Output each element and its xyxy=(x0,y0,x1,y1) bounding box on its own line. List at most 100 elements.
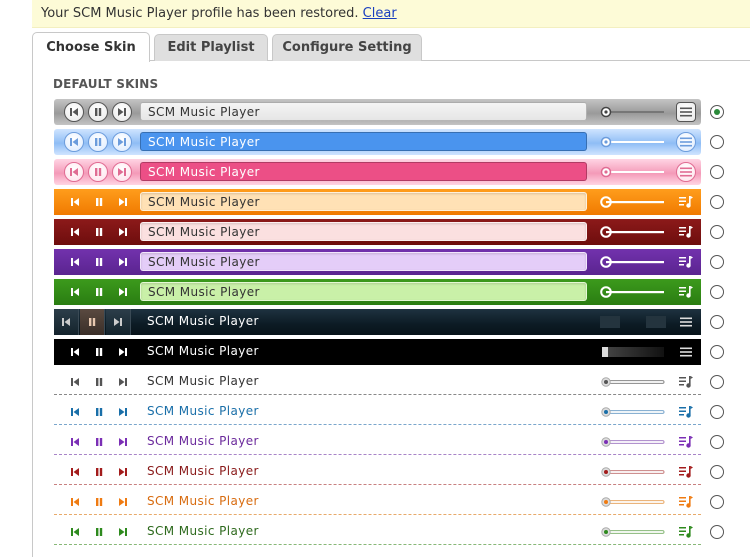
playlist-note-icon[interactable] xyxy=(676,252,696,272)
skin-preview-orange[interactable]: SCM Music Player xyxy=(54,189,701,215)
pause-icon[interactable] xyxy=(90,282,108,302)
prev-track-icon[interactable] xyxy=(54,309,79,335)
skin-preview-dark-glass[interactable]: SCM Music Player xyxy=(54,309,701,335)
next-track-icon[interactable] xyxy=(114,372,132,392)
volume-slider[interactable] xyxy=(600,136,666,148)
skin-preview-maroon[interactable]: SCM Music Player xyxy=(54,219,701,245)
skin-preview-purple[interactable]: SCM Music Player xyxy=(54,249,701,275)
volume-slider[interactable] xyxy=(600,196,666,208)
playlist-icon[interactable] xyxy=(676,312,696,332)
playlist-note-icon[interactable] xyxy=(676,402,696,422)
clear-link[interactable]: Clear xyxy=(363,6,397,21)
skin-radio-black[interactable] xyxy=(710,345,724,359)
skin-preview-pink[interactable]: SCM Music Player xyxy=(54,159,701,185)
pause-icon[interactable] xyxy=(90,252,108,272)
pause-icon[interactable] xyxy=(90,402,108,422)
playlist-note-icon[interactable] xyxy=(676,522,696,542)
prev-track-icon[interactable] xyxy=(66,342,84,362)
skin-preview-minimal-green[interactable]: SCM Music Player xyxy=(54,519,701,545)
prev-track-icon[interactable] xyxy=(66,432,84,452)
volume-slider[interactable] xyxy=(600,496,666,508)
next-track-icon[interactable] xyxy=(114,282,132,302)
playlist-note-icon[interactable] xyxy=(676,432,696,452)
next-track-icon[interactable] xyxy=(114,342,132,362)
playlist-note-icon[interactable] xyxy=(676,222,696,242)
playlist-note-icon[interactable] xyxy=(676,282,696,302)
volume-slider[interactable] xyxy=(600,406,666,418)
volume-slider[interactable] xyxy=(600,312,666,332)
skin-preview-minimal-red[interactable]: SCM Music Player xyxy=(54,459,701,485)
playlist-note-icon[interactable] xyxy=(676,192,696,212)
playlist-note-icon[interactable] xyxy=(676,492,696,512)
pause-icon[interactable] xyxy=(90,432,108,452)
volume-slider[interactable] xyxy=(600,166,666,178)
skin-radio-dark-glass[interactable] xyxy=(710,315,724,329)
tab-choose-skin[interactable]: Choose Skin xyxy=(32,32,150,62)
next-track-icon[interactable] xyxy=(114,462,132,482)
pause-icon[interactable] xyxy=(90,192,108,212)
prev-track-icon[interactable] xyxy=(66,372,84,392)
pause-icon[interactable] xyxy=(88,132,108,152)
pause-icon[interactable] xyxy=(88,102,108,122)
prev-track-icon[interactable] xyxy=(64,162,84,182)
next-track-icon[interactable] xyxy=(114,492,132,512)
next-track-icon[interactable] xyxy=(114,402,132,422)
volume-slider[interactable] xyxy=(600,436,666,448)
skin-radio-blue[interactable] xyxy=(710,135,724,149)
skin-radio-minimal-green[interactable] xyxy=(710,525,724,539)
next-track-icon[interactable] xyxy=(114,252,132,272)
pause-icon[interactable] xyxy=(80,309,105,335)
volume-slider[interactable] xyxy=(600,376,666,388)
playlist-note-icon[interactable] xyxy=(676,462,696,482)
tab-edit-playlist[interactable]: Edit Playlist xyxy=(154,34,268,61)
skin-radio-orange[interactable] xyxy=(710,195,724,209)
prev-track-icon[interactable] xyxy=(66,252,84,272)
next-track-icon[interactable] xyxy=(114,222,132,242)
playlist-note-icon[interactable] xyxy=(676,372,696,392)
skin-radio-gray[interactable] xyxy=(710,105,724,119)
skin-preview-gray[interactable]: SCM Music Player xyxy=(54,99,701,125)
volume-slider[interactable] xyxy=(600,226,666,238)
pause-icon[interactable] xyxy=(90,492,108,512)
next-track-icon[interactable] xyxy=(114,522,132,542)
prev-track-icon[interactable] xyxy=(66,222,84,242)
prev-track-icon[interactable] xyxy=(64,132,84,152)
skin-radio-minimal-purple[interactable] xyxy=(710,435,724,449)
skin-radio-green[interactable] xyxy=(710,285,724,299)
pause-icon[interactable] xyxy=(90,222,108,242)
skin-radio-minimal-blue[interactable] xyxy=(710,405,724,419)
skin-preview-minimal-blue[interactable]: SCM Music Player xyxy=(54,399,701,425)
skin-radio-purple[interactable] xyxy=(710,255,724,269)
next-track-icon[interactable] xyxy=(106,309,131,335)
skin-preview-minimal-orange[interactable]: SCM Music Player xyxy=(54,489,701,515)
prev-track-icon[interactable] xyxy=(66,492,84,512)
prev-track-icon[interactable] xyxy=(66,192,84,212)
skin-radio-minimal-red[interactable] xyxy=(710,465,724,479)
skin-radio-minimal-gray[interactable] xyxy=(710,375,724,389)
pause-icon[interactable] xyxy=(90,462,108,482)
playlist-icon[interactable] xyxy=(676,342,696,362)
pause-icon[interactable] xyxy=(90,522,108,542)
prev-track-icon[interactable] xyxy=(66,402,84,422)
next-track-icon[interactable] xyxy=(112,162,132,182)
prev-track-icon[interactable] xyxy=(66,462,84,482)
next-track-icon[interactable] xyxy=(112,102,132,122)
next-track-icon[interactable] xyxy=(114,192,132,212)
next-track-icon[interactable] xyxy=(114,432,132,452)
skin-radio-maroon[interactable] xyxy=(710,225,724,239)
playlist-icon[interactable] xyxy=(676,102,696,122)
volume-slider[interactable] xyxy=(600,286,666,298)
volume-slider[interactable] xyxy=(600,526,666,538)
skin-preview-green[interactable]: SCM Music Player xyxy=(54,279,701,305)
skin-preview-minimal-gray[interactable]: SCM Music Player xyxy=(54,369,701,395)
volume-slider[interactable] xyxy=(600,106,666,118)
prev-track-icon[interactable] xyxy=(64,102,84,122)
playlist-icon[interactable] xyxy=(676,132,696,152)
volume-slider[interactable] xyxy=(600,346,666,358)
next-track-icon[interactable] xyxy=(112,132,132,152)
pause-icon[interactable] xyxy=(90,372,108,392)
pause-icon[interactable] xyxy=(90,342,108,362)
volume-slider[interactable] xyxy=(600,466,666,478)
skin-preview-black[interactable]: SCM Music Player xyxy=(54,339,701,365)
pause-icon[interactable] xyxy=(88,162,108,182)
